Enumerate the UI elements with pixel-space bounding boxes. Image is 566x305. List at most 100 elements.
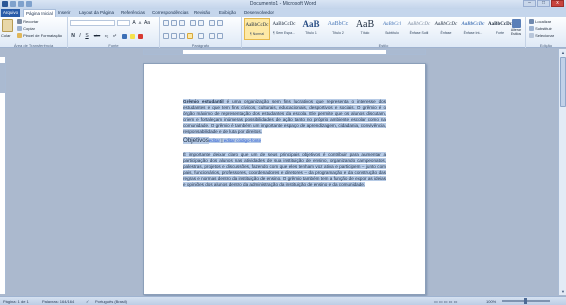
- ruler-top-margin: [0, 63, 5, 93]
- align-left-icon[interactable]: [163, 33, 169, 39]
- editing-group: Localizar Substituir Selecionar Edição: [526, 17, 566, 48]
- ribbon: Colar Recortar Copiar Pincel de Formataç…: [0, 17, 566, 48]
- show-marks-icon[interactable]: [217, 20, 223, 26]
- edit-source-link[interactable]: editar código-fonte: [223, 138, 262, 143]
- heading-objetivos[interactable]: Objetivoseditar | editar código-fonte: [183, 137, 386, 145]
- window-title: Documento1 - Microsoft Word: [249, 1, 317, 7]
- cut-button[interactable]: Recortar: [17, 19, 38, 25]
- multilevel-list-icon[interactable]: [179, 20, 185, 26]
- paste-icon[interactable]: [2, 19, 13, 32]
- style-normal[interactable]: AaBbCcDc ¶ Normal: [244, 18, 270, 40]
- tab-view[interactable]: Exibição: [219, 9, 236, 17]
- heading-text: Objetivos: [183, 137, 209, 144]
- copy-icon: [17, 26, 22, 32]
- edit-link[interactable]: editar: [208, 138, 221, 143]
- style-no-spacing[interactable]: AaBbCcDc ¶ Sem Espa...: [271, 18, 297, 40]
- language[interactable]: Português (Brasil): [95, 299, 127, 304]
- scroll-up-icon[interactable]: ▲: [560, 50, 566, 55]
- scroll-down-icon[interactable]: ▼: [560, 289, 566, 294]
- paragraph-intro[interactable]: Grêmio estudantil é uma organização sem …: [183, 99, 386, 134]
- vertical-scrollbar[interactable]: ▲ ▼: [558, 49, 566, 295]
- tab-mailings[interactable]: Correspondências: [152, 9, 189, 17]
- numbering-icon[interactable]: [171, 20, 177, 26]
- tab-review[interactable]: Revisão: [194, 9, 210, 17]
- binoculars-icon: [529, 19, 534, 25]
- ruler-left-margin: [144, 50, 183, 54]
- tab-insert[interactable]: Inserir: [58, 9, 71, 17]
- ruler-right-margin: [386, 50, 425, 54]
- minimize-button[interactable]: –: [523, 0, 536, 7]
- scissors-icon: [17, 19, 22, 25]
- align-center-icon[interactable]: [171, 33, 177, 39]
- select-button[interactable]: Selecionar: [529, 33, 554, 39]
- text-effects-icon[interactable]: [122, 34, 127, 39]
- sort-icon[interactable]: [209, 20, 215, 26]
- italic-button[interactable]: I: [77, 33, 83, 39]
- view-buttons[interactable]: ▭ ▭ ▭ ▭ ▭: [434, 299, 457, 304]
- brush-icon: [17, 33, 22, 39]
- font-color-icon[interactable]: [138, 34, 143, 39]
- align-right-icon[interactable]: [179, 33, 185, 39]
- shading-icon[interactable]: [209, 33, 215, 39]
- paragraph-group-label: Parágrafo: [191, 43, 210, 48]
- zoom-slider[interactable]: [502, 298, 550, 304]
- style-heading-2[interactable]: AaBbCc Título 2: [325, 18, 351, 40]
- clipboard-group: Colar Recortar Copiar Pincel de Formataç…: [0, 17, 68, 48]
- underline-button[interactable]: S: [84, 33, 90, 39]
- page-count[interactable]: Página: 1 de 1: [3, 299, 29, 304]
- find-button[interactable]: Localizar: [529, 19, 551, 25]
- tab-file[interactable]: Arquivo: [1, 9, 20, 17]
- objectives-text: É importante deixar claro que um de seus…: [183, 152, 386, 187]
- change-case-button[interactable]: Aa: [143, 20, 151, 26]
- superscript-button[interactable]: x²: [111, 33, 118, 39]
- maximize-button[interactable]: □: [537, 0, 550, 7]
- status-bar: Página: 1 de 1 Palavras: 164/164 ✓ Portu…: [0, 296, 566, 305]
- style-heading-1[interactable]: AaB Título 1: [298, 18, 324, 40]
- scrollbar-thumb[interactable]: [560, 57, 566, 107]
- tab-page-layout[interactable]: Layout da Página: [79, 9, 114, 17]
- intro-text: é uma organização sem fins lucrativos qu…: [183, 99, 386, 134]
- increase-indent-icon[interactable]: [198, 20, 204, 26]
- decrease-indent-icon[interactable]: [190, 20, 196, 26]
- editing-group-label: Edição: [539, 43, 553, 48]
- proofing-icon[interactable]: ✓: [86, 299, 89, 304]
- tab-home[interactable]: Página Inicial: [23, 9, 56, 17]
- format-painter-button[interactable]: Pincel de Formatação: [17, 33, 62, 39]
- replace-button[interactable]: Substituir: [529, 26, 552, 32]
- paste-button[interactable]: Colar: [1, 33, 11, 38]
- word-count[interactable]: Palavras: 164/164: [42, 299, 74, 304]
- document-page[interactable]: Grêmio estudantil é uma organização sem …: [143, 63, 426, 295]
- title-bar: Documento1 - Microsoft Word – □ x: [0, 0, 566, 9]
- bold-button[interactable]: N: [70, 33, 76, 39]
- paragraph-objectives[interactable]: É importante deixar claro que um de seus…: [183, 152, 386, 187]
- tab-references[interactable]: Referências: [121, 9, 145, 17]
- strikethrough-button[interactable]: abc: [92, 33, 102, 39]
- styles-group: AaBbCcDc ¶ Normal AaBbCcDc ¶ Sem Espa... A…: [242, 17, 526, 48]
- subscript-button[interactable]: x₂: [103, 33, 110, 39]
- style-emphasis[interactable]: AaBbCcDc Ênfase: [433, 18, 459, 40]
- font-size-select[interactable]: [117, 20, 130, 26]
- borders-icon[interactable]: [217, 33, 223, 39]
- style-intense-emphasis[interactable]: AaBbCcDc Ênfase Int...: [460, 18, 486, 40]
- justify-icon[interactable]: [187, 33, 193, 39]
- style-title[interactable]: AaB Título: [352, 18, 378, 40]
- highlight-icon[interactable]: [130, 34, 135, 39]
- close-button[interactable]: x: [551, 0, 564, 7]
- horizontal-ruler[interactable]: [143, 49, 426, 55]
- copy-button[interactable]: Copiar: [17, 26, 35, 32]
- bullets-icon[interactable]: [163, 20, 169, 26]
- change-styles-icon: [511, 19, 521, 28]
- zoom-level[interactable]: 100%: [486, 299, 496, 304]
- styles-group-label: Estilo: [378, 43, 389, 48]
- font-group-label: Fonte: [108, 43, 119, 48]
- cursor-icon: [529, 33, 534, 39]
- style-subtle-emphasis[interactable]: AaBbCcDc Ênfase Sutil: [406, 18, 432, 40]
- line-spacing-icon[interactable]: [198, 33, 204, 39]
- change-styles-button[interactable]: Alterar Estilos: [508, 19, 524, 36]
- vertical-ruler[interactable]: [0, 57, 6, 294]
- style-subtitle[interactable]: AaBbCcl Subtítulo: [379, 18, 405, 40]
- font-name-select[interactable]: [70, 20, 115, 26]
- font-group: A A Aa N I S abc x₂ x² Fonte: [68, 17, 160, 48]
- tab-developer[interactable]: Desenvolvedor: [244, 9, 274, 17]
- zoom-slider-knob[interactable]: [524, 298, 527, 304]
